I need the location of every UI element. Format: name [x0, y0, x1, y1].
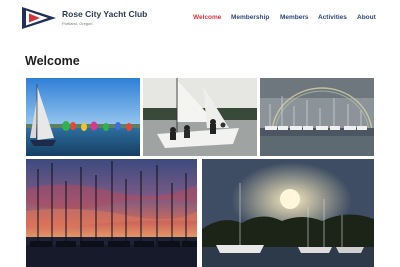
site-header: Rose City Yacht Club Portland, Oregon We… [0, 0, 400, 38]
photo-sunset-masts [26, 159, 197, 267]
nav-membership[interactable]: Membership [231, 14, 269, 21]
nav-welcome[interactable]: Welcome [193, 14, 221, 21]
nav-members[interactable]: Members [280, 14, 309, 21]
photo-moon-marina [202, 159, 374, 267]
photo-sailing-crew [143, 78, 257, 156]
nav-about[interactable]: About [357, 14, 376, 21]
nav-activities[interactable]: Activities [318, 14, 347, 21]
photo-sailboat-race [26, 78, 140, 156]
photo-marina-rainbow [260, 78, 374, 156]
page-title: Welcome [25, 54, 80, 68]
main-nav: Welcome Membership Members Activities Ab… [0, 14, 400, 24]
